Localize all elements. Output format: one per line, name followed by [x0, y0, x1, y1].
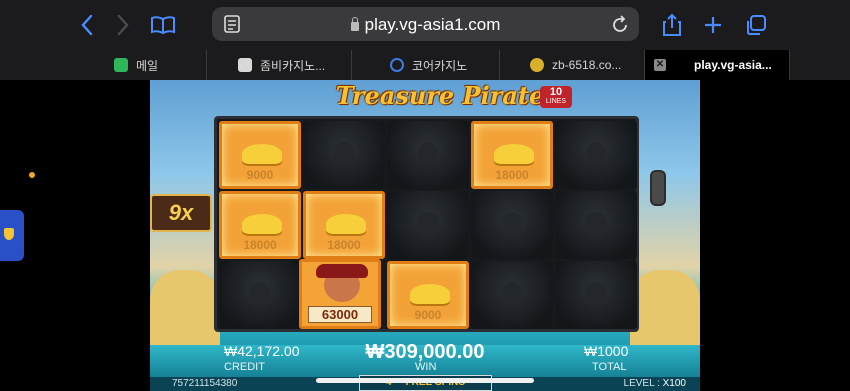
gold-pile-icon	[242, 214, 282, 234]
tab-zb[interactable]: zb-6518.co...	[500, 50, 645, 80]
symbol-pirate: 63000	[299, 259, 381, 329]
symbol-value: 18000	[495, 168, 529, 182]
lock-icon	[350, 17, 359, 31]
symbol-empty	[471, 191, 553, 259]
zb-favicon-icon	[530, 58, 544, 72]
symbol-gold: 18000	[303, 191, 385, 259]
lantern-icon	[650, 170, 666, 206]
level-indicator: LEVEL : X100	[624, 378, 686, 389]
symbol-value: 18000	[243, 238, 277, 252]
symbol-value: 9000	[414, 308, 442, 322]
tab-label: play.vg-asia...	[694, 58, 772, 72]
pirate-value: 63000	[308, 306, 372, 323]
trophy-icon	[4, 228, 14, 240]
pirate-hat-icon	[316, 264, 368, 278]
new-tab-icon[interactable]	[700, 10, 726, 40]
symbol-empty	[303, 121, 385, 189]
total-label: TOTAL	[592, 361, 627, 373]
lines-number: 10	[549, 86, 563, 98]
symbol-empty	[387, 191, 469, 259]
game-logo: Treasure Pirate	[315, 80, 565, 112]
share-icon[interactable]	[659, 10, 685, 40]
symbol-value: 18000	[327, 238, 361, 252]
tab-zombie-casino[interactable]: 좀비카지노...	[207, 50, 352, 80]
tab-label: 좀비카지노...	[260, 58, 326, 73]
slot-game[interactable]: Treasure Pirate 10 LINES 9x 9000 18000 1…	[150, 80, 700, 391]
win-label: WIN	[415, 361, 437, 373]
reload-icon[interactable]	[611, 14, 629, 39]
symbol-empty	[471, 261, 553, 329]
game-title: Treasure Pirate	[335, 81, 545, 110]
reel-grid: 9000 18000 18000 63000 9000 18000	[214, 116, 639, 332]
address-bar[interactable]: play.vg-asia1.com	[212, 7, 639, 41]
tab-core-casino[interactable]: 코어카지노	[352, 50, 500, 80]
tab-play-vg[interactable]: ✕ play.vg-asia...	[645, 50, 790, 80]
gold-pile-icon	[326, 214, 366, 234]
symbol-gold: 18000	[219, 191, 301, 259]
tab-label: 코어카지노	[412, 58, 468, 73]
total-value: ₩1000	[584, 343, 629, 359]
tab-bar: 메일 좀비카지노... 코어카지노 zb-6518.co... ✕ play.v…	[0, 50, 850, 80]
gold-pile-icon	[494, 144, 534, 164]
symbol-value: 9000	[246, 168, 274, 182]
session-id: 757211154380	[172, 378, 238, 389]
core-casino-favicon-icon	[390, 58, 404, 72]
multiplier-badge: 9x	[150, 194, 212, 232]
home-indicator[interactable]	[316, 378, 534, 383]
mail-favicon-icon	[114, 58, 128, 72]
lines-text: LINES	[545, 98, 567, 105]
tab-mail[interactable]: 메일	[0, 50, 207, 80]
side-panel-tab[interactable]	[0, 210, 24, 261]
url-text: play.vg-asia1.com	[364, 15, 501, 34]
forward-icon[interactable]	[110, 10, 136, 40]
beach-left	[150, 270, 220, 350]
symbol-gold: 9000	[219, 121, 301, 189]
back-icon[interactable]	[74, 10, 100, 40]
browser-toolbar: play.vg-asia1.com	[0, 0, 850, 50]
credit-label: CREDIT	[224, 361, 265, 373]
zombie-casino-favicon-icon	[238, 58, 252, 72]
beach-right	[630, 270, 700, 350]
symbol-empty	[555, 121, 637, 189]
symbol-empty	[387, 121, 469, 189]
gold-pile-icon	[242, 144, 282, 164]
level-label: LEVEL :	[623, 378, 660, 389]
credit-value: ₩42,172.00	[224, 343, 300, 359]
symbol-empty	[219, 261, 301, 329]
symbol-empty	[555, 191, 637, 259]
gold-pile-icon	[410, 284, 450, 304]
screen: play.vg-asia1.com 메일 좀비카지노... 코어카지노 zb-6…	[0, 0, 850, 391]
symbol-gold: 18000	[471, 121, 553, 189]
tab-label: 메일	[136, 58, 159, 73]
symbol-gold: 9000	[387, 261, 469, 329]
tabs-overview-icon[interactable]	[742, 10, 770, 40]
lines-badge: 10 LINES	[540, 86, 572, 108]
tab-label: zb-6518.co...	[552, 58, 622, 72]
indicator-dot	[29, 172, 35, 178]
close-tab-icon[interactable]: ✕	[654, 59, 666, 71]
bookmarks-icon[interactable]	[148, 10, 178, 40]
symbol-empty	[555, 261, 637, 329]
level-value: X100	[662, 378, 686, 389]
